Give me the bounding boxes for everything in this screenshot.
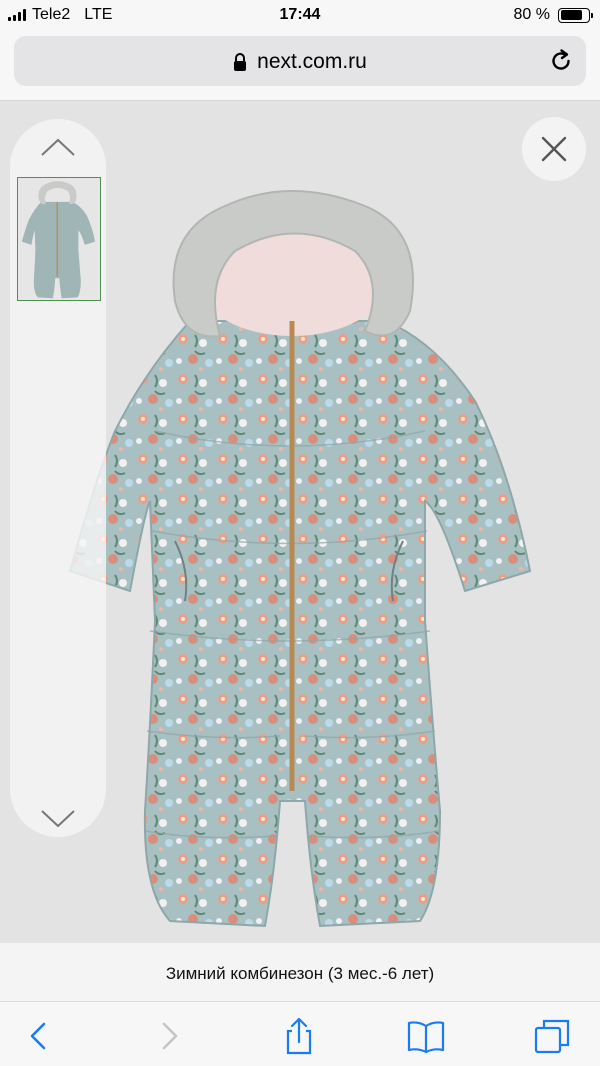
forward-icon[interactable] <box>150 1016 190 1056</box>
bookmarks-icon[interactable] <box>406 1016 446 1056</box>
battery-percentage: 80 % <box>513 6 550 23</box>
battery-group: 80 % <box>513 6 593 24</box>
close-button[interactable] <box>522 117 586 181</box>
chevron-up-icon[interactable] <box>40 137 76 157</box>
lock-icon <box>234 53 247 71</box>
status-bar: Tele2 LTE 17:44 80 % <box>0 0 600 30</box>
thumbnail-strip <box>10 119 106 837</box>
snowsuit-thumbnail-image <box>21 181 96 299</box>
tabs-icon[interactable] <box>532 1016 572 1056</box>
url-display[interactable]: next.com.ru <box>14 50 586 74</box>
address-bar[interactable]: next.com.ru <box>14 36 586 86</box>
thumbnail-item-selected[interactable] <box>17 177 101 301</box>
reload-icon[interactable] <box>548 48 574 74</box>
product-image-viewer[interactable] <box>0 101 600 943</box>
share-icon[interactable] <box>279 1016 319 1056</box>
product-image <box>68 190 532 928</box>
browser-toolbar <box>0 1001 600 1066</box>
chevron-down-icon[interactable] <box>40 809 76 829</box>
clock: 17:44 <box>279 6 321 23</box>
back-icon[interactable] <box>18 1016 58 1056</box>
close-icon <box>541 136 567 162</box>
battery-icon <box>558 7 593 23</box>
product-caption: Зимний комбинезон (3 мес.-6 лет) <box>0 943 600 1001</box>
url-text: next.com.ru <box>257 50 367 73</box>
